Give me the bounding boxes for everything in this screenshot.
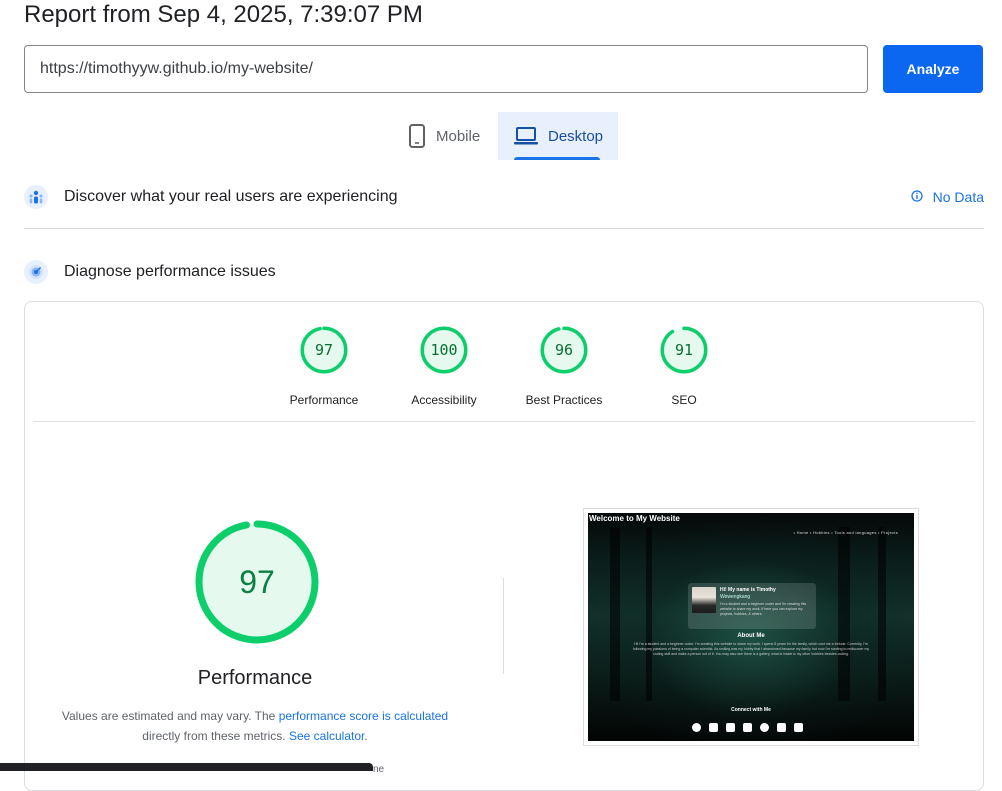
note-middle: directly from these metrics.	[142, 729, 286, 743]
score-label: Accessibility	[411, 393, 477, 407]
score-label: Performance	[289, 393, 359, 407]
laptop-icon	[514, 126, 538, 146]
score-gauge-best-practices[interactable]: 96 Best Practices	[514, 326, 614, 407]
url-input[interactable]	[24, 45, 868, 93]
diagnose-title: Diagnose performance issues	[64, 263, 276, 280]
crux-title: Discover what your real users are experi…	[64, 188, 398, 205]
score-label: Best Practices	[525, 393, 603, 407]
score-gauge-performance[interactable]: 97 Performance	[274, 326, 374, 407]
performance-big-gauge: 97	[195, 520, 319, 644]
tab-desktop-label: Desktop	[548, 127, 604, 145]
section-divider	[24, 228, 984, 229]
score-value: 100	[430, 341, 458, 359]
info-icon	[910, 189, 923, 205]
note-suffix: .	[364, 729, 368, 743]
screenshot-social-icons	[692, 723, 803, 732]
final-screenshot[interactable]: Welcome to My Website • Home • Hobbies •…	[583, 508, 919, 746]
no-data-label: No Data	[932, 189, 984, 205]
performance-big-label: Performance	[197, 667, 313, 689]
performance-big-score: 97	[239, 564, 275, 600]
no-data-status[interactable]: No Data	[910, 189, 984, 205]
screenshot-hero-name: Wewengkang	[720, 594, 751, 600]
linkedin-icon	[777, 723, 786, 732]
gauges-divider	[33, 421, 975, 422]
instagram-icon	[743, 723, 752, 732]
smartphone-icon	[408, 124, 426, 148]
score-value: 97	[314, 341, 334, 359]
screenshot-about-title: About Me	[737, 633, 765, 639]
score-gauge-accessibility[interactable]: 100 Accessibility	[394, 326, 494, 407]
vertical-divider	[503, 578, 504, 674]
score-value: 96	[554, 341, 574, 359]
youtube-icon	[726, 723, 735, 732]
screenshot-about-text: Hi! I'm a student and a beginner coder. …	[632, 642, 870, 656]
screenshot-image: Welcome to My Website • Home • Hobbies •…	[588, 513, 914, 741]
note-prefix: Values are estimated and may vary. The	[61, 709, 276, 723]
screenshot-hero-title: Hi! My name is Timothy	[720, 587, 776, 593]
bottom-peek-text: ne	[373, 764, 385, 775]
twitter-icon	[709, 723, 718, 732]
facebook-icon	[692, 723, 701, 732]
performance-score-calculated-link[interactable]: performance score is calculated	[279, 709, 448, 723]
analyze-button[interactable]: Analyze	[883, 45, 983, 93]
speedometer-icon	[24, 260, 48, 284]
tab-desktop[interactable]: Desktop	[498, 112, 618, 160]
bottom-toast-bar	[0, 763, 373, 771]
screenshot-hero-text: I'm a student and a beginner coder and I…	[720, 602, 807, 616]
score-value: 91	[674, 341, 694, 359]
tab-mobile[interactable]: Mobile	[400, 112, 496, 160]
github-icon	[760, 723, 769, 732]
score-gauge-seo[interactable]: 91 SEO	[634, 326, 734, 407]
screenshot-connect-title: Connect with Me	[731, 707, 771, 713]
tab-selected-indicator	[514, 157, 600, 160]
performance-note: Values are estimated and may vary. The p…	[57, 706, 453, 746]
lighthouse-report-card: 97 Performance 100 Accessibility 96 Best…	[24, 301, 984, 791]
screenshot-avatar	[692, 587, 716, 613]
score-label: SEO	[671, 393, 697, 407]
report-title: Report from Sep 4, 2025, 7:39:07 PM	[24, 1, 423, 28]
diagnose-section: Diagnose performance issues	[24, 252, 984, 292]
see-calculator-link[interactable]: See calculator	[289, 729, 364, 743]
screenshot-nav: • Home • Hobbies • Tools and languages •…	[793, 530, 898, 535]
discord-icon	[794, 723, 803, 732]
screenshot-site-title: Welcome to My Website	[589, 514, 680, 523]
users-icon	[24, 185, 48, 209]
crux-section[interactable]: Discover what your real users are experi…	[24, 177, 984, 217]
tab-mobile-label: Mobile	[436, 127, 481, 145]
